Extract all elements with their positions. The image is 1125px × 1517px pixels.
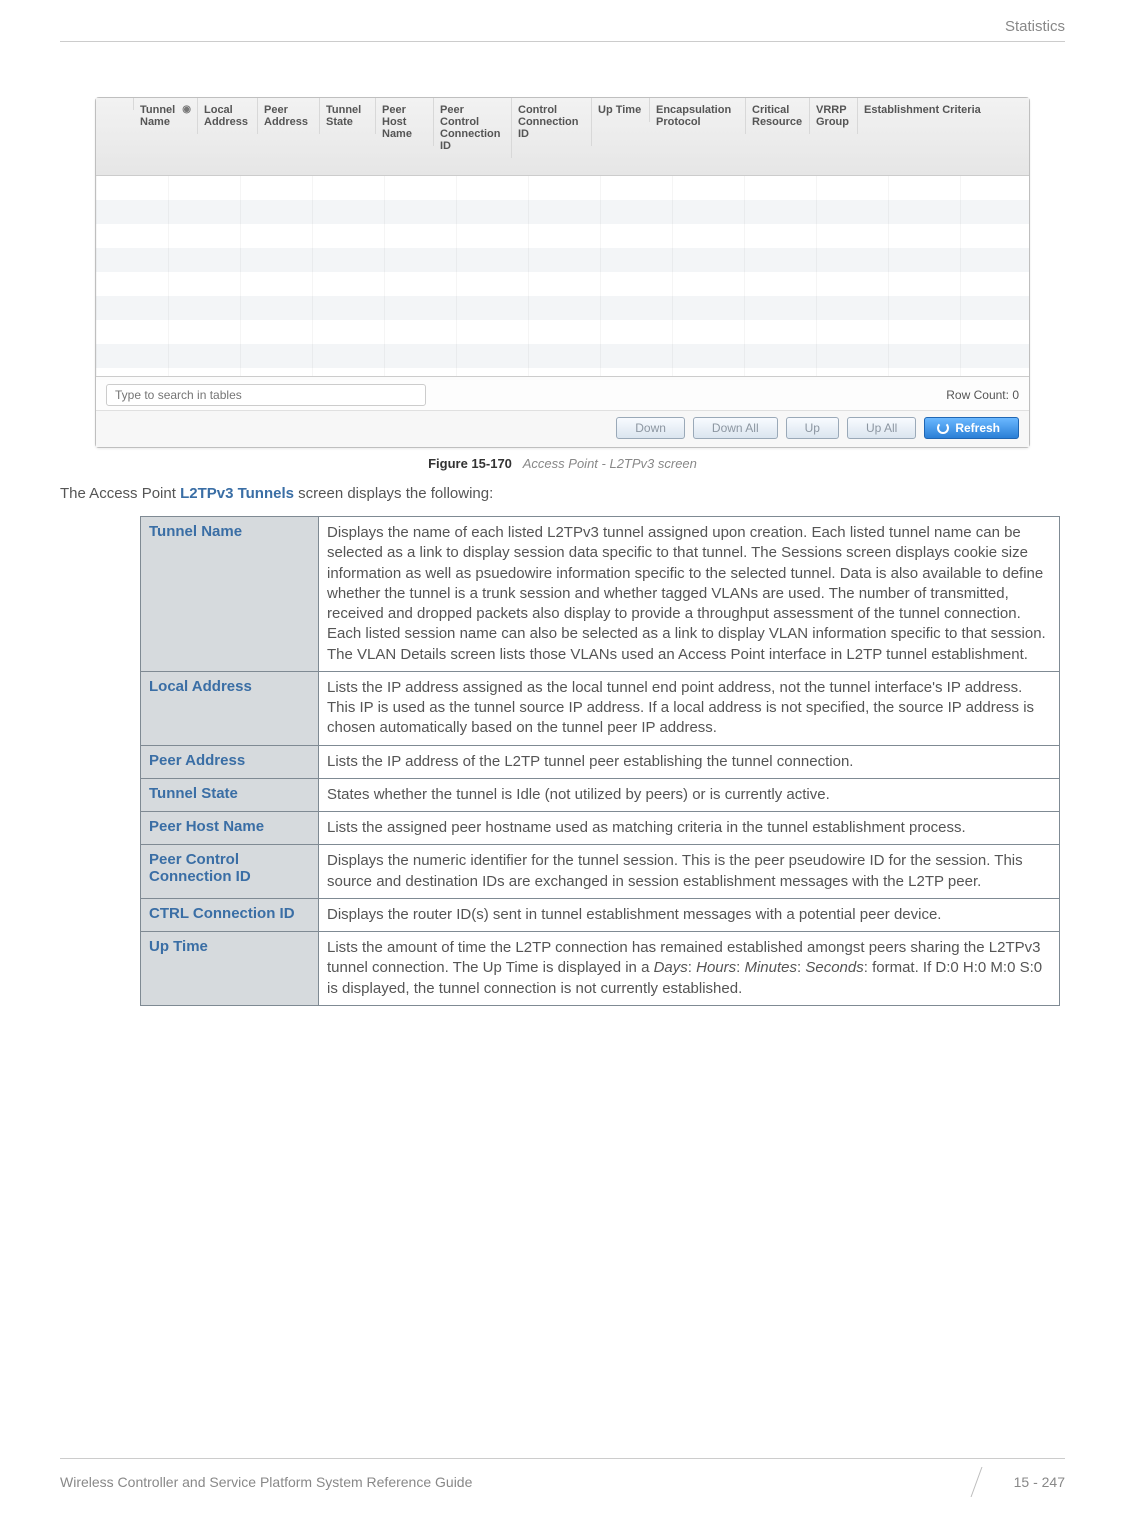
- col-peer-host-name[interactable]: Peer Host Name: [376, 98, 434, 146]
- it-hours: Hours: [696, 959, 736, 976]
- sort-icon: ◉: [182, 104, 191, 115]
- col-label: Critical Resource: [752, 104, 803, 128]
- grid-header: Tunnel Name ◉ Local Address Peer Address…: [96, 98, 1029, 176]
- col-label: Tunnel State: [326, 104, 369, 128]
- figure-label: Figure 15-170: [428, 456, 512, 471]
- table-row: Peer Address Lists the IP address of the…: [141, 745, 1060, 778]
- table-row: CTRL Connection ID Displays the router I…: [141, 898, 1060, 931]
- col-control-conn-id[interactable]: Control Connection ID: [512, 98, 592, 146]
- col-critical-resource[interactable]: Critical Resource: [746, 98, 810, 134]
- col-encapsulation-protocol[interactable]: Encapsulation Protocol: [650, 98, 746, 134]
- row-key-tunnel-name: Tunnel Name: [141, 517, 319, 672]
- down-button[interactable]: Down: [616, 417, 685, 439]
- page-footer: Wireless Controller and Service Platform…: [60, 1458, 1065, 1497]
- figure-title: Access Point - L2TPv3 screen: [523, 456, 697, 471]
- col-tunnel-state[interactable]: Tunnel State: [320, 98, 376, 134]
- down-all-button[interactable]: Down All: [693, 417, 778, 439]
- row-key-tunnel-state: Tunnel State: [141, 778, 319, 811]
- table-search-input[interactable]: [106, 384, 426, 406]
- row-key-up-time: Up Time: [141, 932, 319, 1006]
- col-local-address[interactable]: Local Address: [198, 98, 258, 134]
- row-key-peer-address: Peer Address: [141, 745, 319, 778]
- table-row: Tunnel Name Displays the name of each li…: [141, 517, 1060, 672]
- description-table: Tunnel Name Displays the name of each li…: [140, 516, 1060, 1006]
- row-val-peer-host-name: Lists the assigned peer hostname used as…: [319, 812, 1060, 845]
- table-row: Peer Host Name Lists the assigned peer h…: [141, 812, 1060, 845]
- col-label: Tunnel Name: [140, 104, 179, 128]
- page-number-block: 15 - 247: [976, 1467, 1065, 1497]
- col-establishment-criteria[interactable]: Establishment Criteria: [858, 98, 1029, 122]
- l2tpv3-screenshot: Tunnel Name ◉ Local Address Peer Address…: [95, 97, 1030, 448]
- grid-footer-search-row: Row Count: 0: [96, 380, 1029, 410]
- grid-body-empty: [96, 176, 1029, 376]
- col-label: Peer Host Name: [382, 104, 427, 140]
- row-count-value: 0: [1012, 388, 1019, 402]
- row-key-ctrl-conn: CTRL Connection ID: [141, 898, 319, 931]
- row-val-peer-address: Lists the IP address of the L2TP tunnel …: [319, 745, 1060, 778]
- row-val-tunnel-name: Displays the name of each listed L2TPv3 …: [319, 517, 1060, 672]
- page-number: 15 - 247: [1014, 1474, 1065, 1490]
- row-val-peer-ctrl-conn: Displays the numeric identifier for the …: [319, 845, 1060, 899]
- col-tunnel-name[interactable]: Tunnel Name ◉: [134, 98, 198, 134]
- refresh-button[interactable]: Refresh: [924, 417, 1019, 439]
- col-label: Peer Address: [264, 104, 313, 128]
- row-key-local-address: Local Address: [141, 671, 319, 745]
- refresh-icon: [937, 422, 949, 434]
- sep1: :: [688, 959, 696, 976]
- row-val-local-address: Lists the IP address assigned as the loc…: [319, 671, 1060, 745]
- intro-prefix: The Access Point: [60, 485, 180, 502]
- table-row: Local Address Lists the IP address assig…: [141, 671, 1060, 745]
- col-selector[interactable]: [96, 98, 134, 110]
- header-divider: [60, 41, 1065, 42]
- col-up-time[interactable]: Up Time: [592, 98, 650, 122]
- grid-footer-buttons: Down Down All Up Up All Refresh: [96, 410, 1029, 447]
- it-minutes: Minutes: [744, 959, 797, 976]
- table-row: Up Time Lists the amount of time the L2T…: [141, 932, 1060, 1006]
- col-label: Peer Control Connection ID: [440, 104, 505, 152]
- intro-text: The Access Point L2TPv3 Tunnels screen d…: [60, 485, 1065, 502]
- col-vrrp-group[interactable]: VRRP Group: [810, 98, 858, 134]
- col-peer-control-conn-id[interactable]: Peer Control Connection ID: [434, 98, 512, 158]
- row-count: Row Count: 0: [946, 388, 1019, 402]
- col-label: Up Time: [598, 104, 641, 116]
- row-count-label: Row Count:: [946, 388, 1009, 402]
- it-seconds: Seconds: [805, 959, 863, 976]
- col-label: Encapsulation Protocol: [656, 104, 739, 128]
- it-days: Days: [654, 959, 688, 976]
- up-all-button[interactable]: Up All: [847, 417, 916, 439]
- row-key-peer-host-name: Peer Host Name: [141, 812, 319, 845]
- col-label: Local Address: [204, 104, 251, 128]
- col-label: Control Connection ID: [518, 104, 585, 140]
- col-peer-address[interactable]: Peer Address: [258, 98, 320, 134]
- slash-icon: [970, 1467, 1011, 1497]
- table-row: Tunnel State States whether the tunnel i…: [141, 778, 1060, 811]
- refresh-label: Refresh: [955, 421, 1000, 435]
- col-label: Establishment Criteria: [864, 104, 981, 116]
- guide-title: Wireless Controller and Service Platform…: [60, 1474, 472, 1490]
- row-val-up-time: Lists the amount of time the L2TP connec…: [319, 932, 1060, 1006]
- intro-suffix: screen displays the following:: [294, 485, 493, 502]
- header-section-label: Statistics: [60, 18, 1065, 35]
- row-val-ctrl-conn: Displays the router ID(s) sent in tunnel…: [319, 898, 1060, 931]
- table-row: Peer Control Connection ID Displays the …: [141, 845, 1060, 899]
- figure-caption: Figure 15-170 Access Point - L2TPv3 scre…: [60, 456, 1065, 471]
- row-val-tunnel-state: States whether the tunnel is Idle (not u…: [319, 778, 1060, 811]
- row-key-peer-ctrl-conn: Peer Control Connection ID: [141, 845, 319, 899]
- intro-keyword: L2TPv3 Tunnels: [180, 485, 294, 502]
- up-button[interactable]: Up: [786, 417, 839, 439]
- col-label: VRRP Group: [816, 104, 851, 128]
